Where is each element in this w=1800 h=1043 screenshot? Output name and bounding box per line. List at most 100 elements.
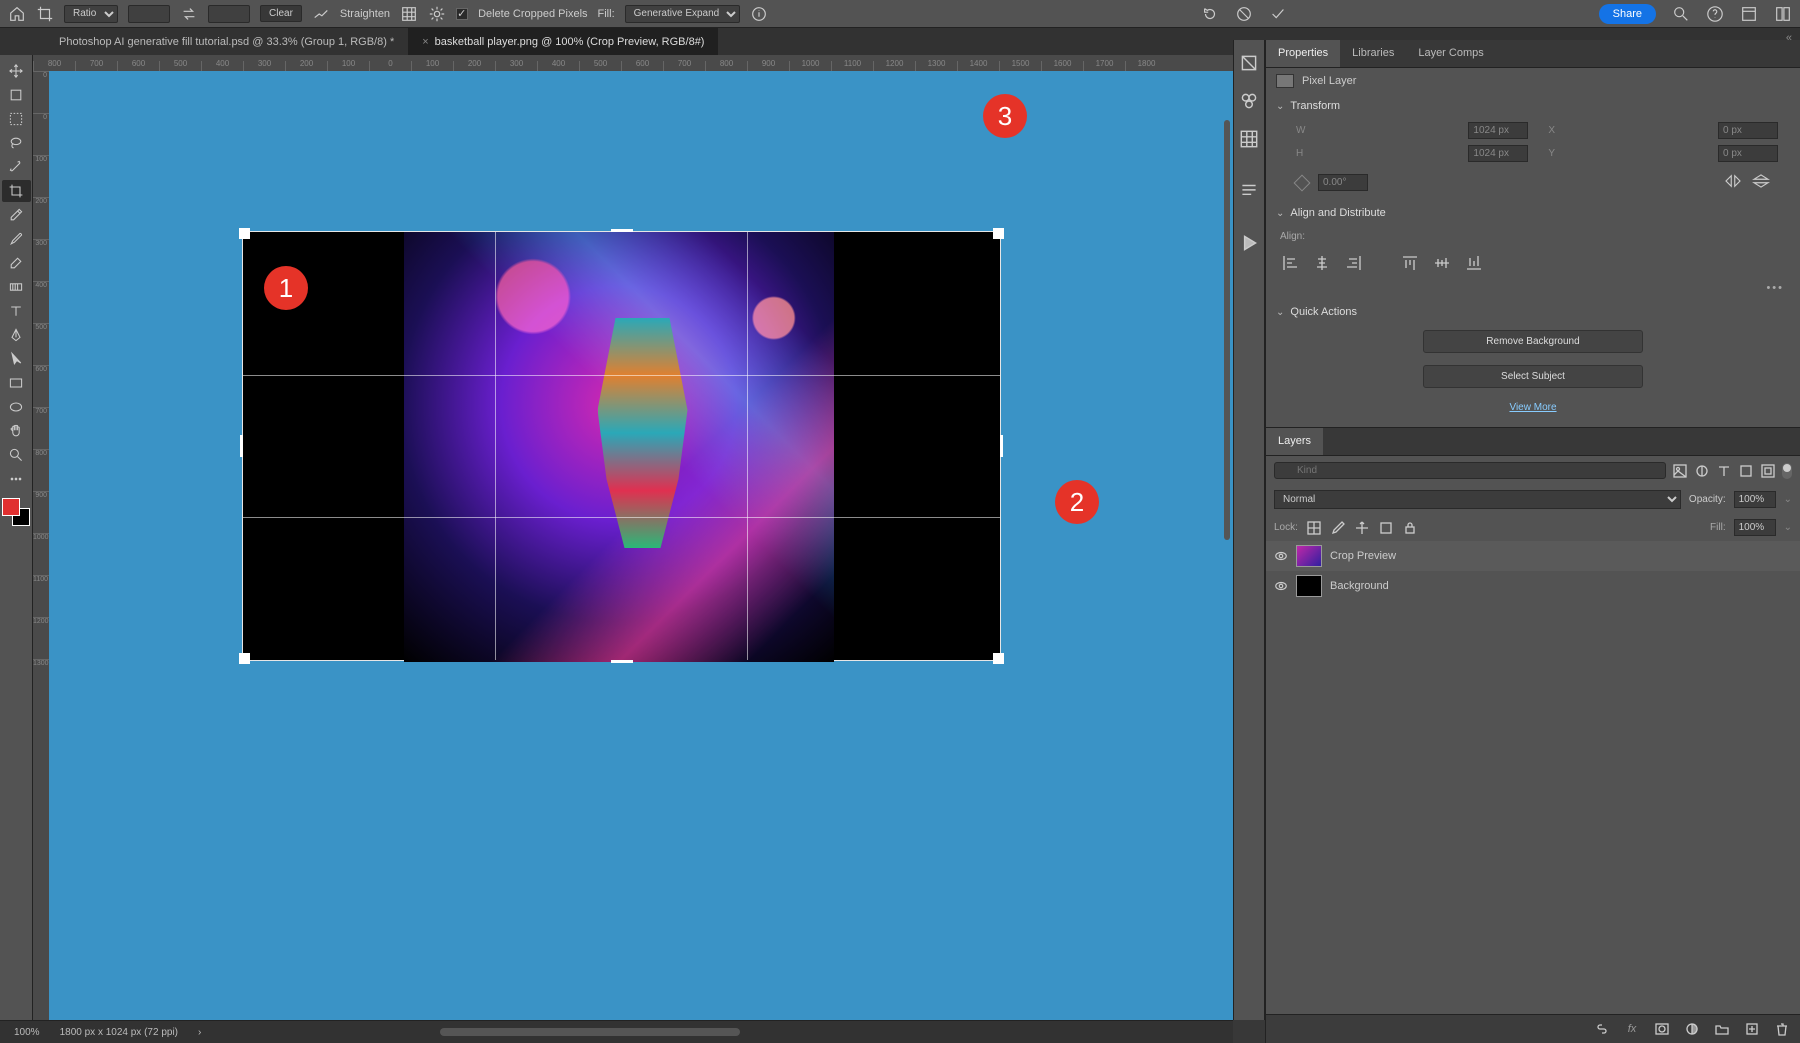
opacity-input[interactable] — [1734, 491, 1776, 508]
status-chevron-icon[interactable]: › — [198, 1027, 201, 1038]
vertical-scrollbar[interactable] — [1224, 120, 1230, 540]
straighten-icon[interactable] — [312, 5, 330, 23]
color-panel-icon[interactable] — [1238, 52, 1260, 74]
visibility-icon[interactable] — [1274, 549, 1288, 563]
fill-opacity-input[interactable] — [1734, 519, 1776, 536]
path-select-tool[interactable] — [2, 348, 31, 370]
foreground-color[interactable] — [2, 498, 20, 516]
eraser-tool[interactable] — [2, 252, 31, 274]
align-section-header[interactable]: Align and Distribute — [1266, 201, 1800, 225]
cancel-crop-icon[interactable] — [1235, 5, 1253, 23]
fill-select[interactable]: Generative Expand — [625, 5, 740, 23]
flip-v-icon[interactable] — [1752, 174, 1770, 191]
document-tab[interactable]: Photoshop AI generative fill tutorial.ps… — [45, 28, 408, 56]
select-subject-button[interactable]: Select Subject — [1423, 365, 1643, 388]
gradient-tool[interactable] — [2, 276, 31, 298]
layer-mask-icon[interactable] — [1654, 1021, 1670, 1037]
crop-width-input[interactable] — [128, 5, 170, 23]
delete-layer-icon[interactable] — [1774, 1021, 1790, 1037]
horizontal-scrollbar[interactable] — [440, 1028, 740, 1036]
lock-position-icon[interactable] — [1354, 520, 1370, 536]
height-input[interactable] — [1468, 145, 1528, 162]
paragraph-panel-icon[interactable] — [1238, 180, 1260, 202]
eyedropper-tool[interactable] — [2, 204, 31, 226]
swatches-panel-icon[interactable] — [1238, 90, 1260, 112]
layer-thumbnail[interactable] — [1296, 575, 1322, 597]
layer-fx-icon[interactable]: fx — [1624, 1021, 1640, 1037]
lock-brush-icon[interactable] — [1330, 520, 1346, 536]
crop-settings-icon[interactable] — [428, 5, 446, 23]
layer-name[interactable]: Background — [1330, 580, 1389, 592]
flip-h-icon[interactable] — [1724, 174, 1742, 191]
lock-artboard-icon[interactable] — [1378, 520, 1394, 536]
marquee-tool[interactable] — [2, 108, 31, 130]
crop-handle-bl[interactable] — [239, 653, 250, 664]
filter-toggle[interactable] — [1782, 463, 1792, 479]
crop-handle-br[interactable] — [993, 653, 1004, 664]
crop-handle-r[interactable] — [1000, 435, 1003, 457]
layer-row[interactable]: Background — [1266, 571, 1800, 601]
width-input[interactable] — [1468, 122, 1528, 139]
filter-adjust-icon[interactable] — [1694, 463, 1710, 479]
lasso-tool[interactable] — [2, 132, 31, 154]
tab-layer-comps[interactable]: Layer Comps — [1406, 40, 1495, 67]
crop-handle-t[interactable] — [611, 229, 633, 232]
align-vcenter-icon[interactable] — [1432, 254, 1452, 272]
arrange-icon[interactable] — [1774, 5, 1792, 23]
tab-properties[interactable]: Properties — [1266, 40, 1340, 67]
tab-libraries[interactable]: Libraries — [1340, 40, 1406, 67]
align-bottom-icon[interactable] — [1464, 254, 1484, 272]
more-options-icon[interactable]: ••• — [1266, 282, 1800, 300]
new-layer-icon[interactable] — [1744, 1021, 1760, 1037]
y-input[interactable] — [1718, 145, 1778, 162]
color-swatches[interactable] — [2, 498, 30, 526]
search-icon[interactable] — [1672, 5, 1690, 23]
actions-panel-icon[interactable] — [1238, 232, 1260, 254]
crop-height-input[interactable] — [208, 5, 250, 23]
info-icon[interactable] — [750, 5, 768, 23]
commit-crop-icon[interactable] — [1269, 5, 1287, 23]
gradients-panel-icon[interactable] — [1238, 128, 1260, 150]
filter-image-icon[interactable] — [1672, 463, 1688, 479]
align-hcenter-icon[interactable] — [1312, 254, 1332, 272]
link-layers-icon[interactable] — [1594, 1021, 1610, 1037]
align-right-icon[interactable] — [1344, 254, 1364, 272]
document-dimensions[interactable]: 1800 px x 1024 px (72 ppi) — [60, 1027, 178, 1038]
artboard-tool[interactable] — [2, 84, 31, 106]
layer-filter-input[interactable] — [1274, 462, 1666, 479]
group-icon[interactable] — [1714, 1021, 1730, 1037]
quick-actions-header[interactable]: Quick Actions — [1266, 300, 1800, 324]
align-top-icon[interactable] — [1400, 254, 1420, 272]
blend-mode-select[interactable]: Normal — [1274, 490, 1681, 509]
brush-tool[interactable] — [2, 228, 31, 250]
zoom-tool[interactable] — [2, 444, 31, 466]
share-button[interactable]: Share — [1599, 4, 1656, 24]
layer-name[interactable]: Crop Preview — [1330, 550, 1396, 562]
type-tool[interactable] — [2, 300, 31, 322]
help-icon[interactable] — [1706, 5, 1724, 23]
visibility-icon[interactable] — [1274, 579, 1288, 593]
lock-all-icon[interactable] — [1402, 520, 1418, 536]
angle-input[interactable] — [1318, 174, 1368, 191]
ratio-preset-select[interactable]: Ratio — [64, 5, 118, 23]
filter-shape-icon[interactable] — [1738, 463, 1754, 479]
crop-handle-b[interactable] — [611, 660, 633, 663]
overlay-grid-icon[interactable] — [400, 5, 418, 23]
crop-handle-l[interactable] — [240, 435, 243, 457]
adjustment-layer-icon[interactable] — [1684, 1021, 1700, 1037]
delete-cropped-checkbox[interactable] — [456, 8, 468, 20]
crop-handle-tl[interactable] — [239, 228, 250, 239]
clear-button[interactable]: Clear — [260, 5, 302, 22]
x-input[interactable] — [1718, 122, 1778, 139]
close-icon[interactable]: × — [422, 36, 428, 48]
view-more-link[interactable]: View More — [1266, 402, 1800, 413]
lock-pixels-icon[interactable] — [1306, 520, 1322, 536]
zoom-level[interactable]: 100% — [14, 1027, 40, 1038]
layer-thumbnail[interactable] — [1296, 545, 1322, 567]
filter-type-icon[interactable] — [1716, 463, 1732, 479]
tab-layers[interactable]: Layers — [1266, 428, 1323, 455]
filter-smart-icon[interactable] — [1760, 463, 1776, 479]
more-tools[interactable] — [2, 468, 31, 490]
workspace-icon[interactable] — [1740, 5, 1758, 23]
wand-tool[interactable] — [2, 156, 31, 178]
